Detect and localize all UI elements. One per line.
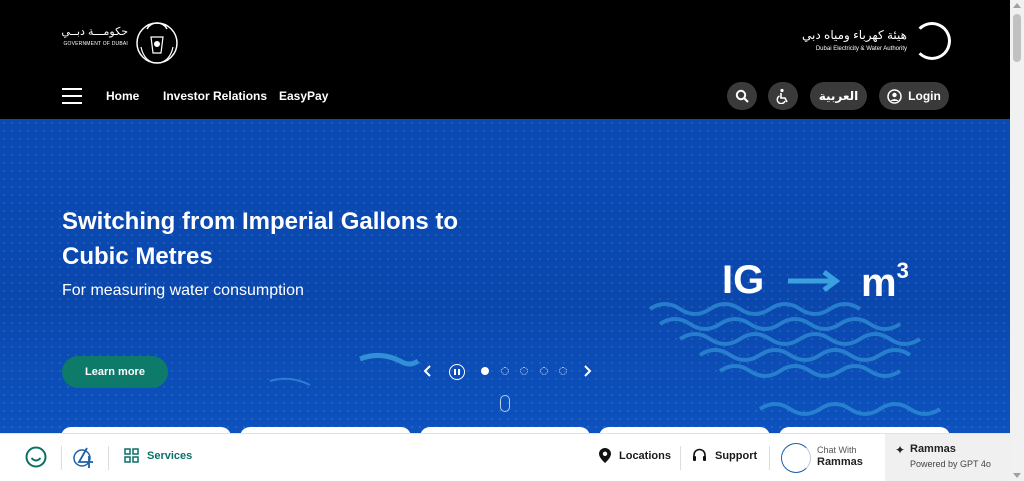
search-icon — [735, 89, 749, 103]
smile-icon[interactable] — [23, 444, 49, 470]
rammas-subtitle: Powered by GPT 4o — [910, 459, 991, 469]
dubai-emblem-icon — [136, 22, 178, 64]
grid-icon — [124, 448, 139, 463]
dewa-logo-english: Dubai Electricity & Water Authority — [815, 46, 907, 52]
hero-title: Switching from Imperial Gallons to Cubic… — [62, 208, 459, 270]
nav-home[interactable]: Home — [106, 89, 139, 103]
carousel-pause-button[interactable] — [449, 364, 465, 380]
hamburger-icon — [62, 88, 82, 90]
page-scrollbar[interactable] — [1010, 0, 1024, 481]
accessibility-icon — [776, 88, 788, 104]
services-button[interactable]: Services — [124, 448, 192, 463]
login-button[interactable]: Login — [879, 82, 949, 110]
rammas-title: Rammas — [910, 443, 956, 455]
user-icon — [887, 88, 902, 104]
carousel-next-icon[interactable] — [580, 363, 594, 379]
locations-button[interactable]: Locations — [599, 448, 671, 463]
ig-label: IG — [722, 258, 765, 302]
dewa-logo-arabic: هيئة كهرباء ومياه دبي — [802, 28, 907, 42]
dewa-logo[interactable]: هيئة كهرباء ومياه دبي Dubai Electricity … — [786, 22, 951, 64]
scroll-down-icon[interactable] — [1013, 473, 1021, 478]
hero-banner: Switching from Imperial Gallons to Cubic… — [0, 119, 1010, 433]
scrollbar-thumb[interactable] — [1013, 14, 1021, 62]
headset-icon — [693, 448, 706, 461]
scroll-indicator-icon — [500, 395, 510, 412]
login-label: Login — [908, 89, 941, 103]
hamburger-menu-button[interactable] — [62, 88, 82, 106]
gov-logo-arabic: حكومـــة دبــي — [61, 26, 128, 38]
locations-label: Locations — [619, 449, 671, 462]
learn-more-button[interactable]: Learn more — [62, 356, 168, 388]
bottom-bar: Services Locations Support Chat With Ram… — [0, 433, 1010, 481]
support-button[interactable]: Support — [692, 448, 757, 463]
location-pin-icon — [599, 448, 611, 463]
chat-with-rammas-button[interactable]: Chat With Rammas — [781, 440, 881, 476]
language-toggle[interactable]: العربية — [810, 82, 867, 110]
carousel-dot-2[interactable] — [501, 367, 509, 375]
services-label: Services — [147, 449, 193, 462]
carousel-dot-5[interactable] — [559, 367, 567, 375]
rammas-panel[interactable]: ✦ Rammas Powered by GPT 4o — [885, 434, 1010, 481]
rammas-ring-icon — [781, 443, 811, 473]
dewa-ring-icon — [913, 22, 951, 60]
carousel-prev-icon[interactable] — [421, 363, 435, 379]
carousel-dot-1[interactable] — [481, 367, 489, 375]
brand-icon[interactable] — [71, 444, 97, 470]
scroll-up-icon[interactable] — [1013, 3, 1021, 8]
sparkle-icon: ✦ — [895, 443, 906, 457]
nav-easypay[interactable]: EasyPay — [279, 89, 328, 103]
top-header: حكومـــة دبــي GOVERNMENT OF DUBAI هيئة … — [0, 0, 1010, 119]
government-of-dubai-logo[interactable]: حكومـــة دبــي GOVERNMENT OF DUBAI — [58, 17, 180, 69]
carousel-dot-3[interactable] — [520, 367, 528, 375]
chat-label-line2: Rammas — [817, 456, 863, 468]
carousel-dot-4[interactable] — [540, 367, 548, 375]
accessibility-button[interactable] — [768, 82, 798, 110]
arrow-right-icon — [788, 270, 841, 292]
search-button[interactable] — [727, 82, 757, 110]
hero-subtitle: For measuring water consumption — [62, 282, 304, 299]
nav-investor-relations[interactable]: Investor Relations — [163, 89, 267, 103]
chat-label-line1: Chat With — [817, 445, 857, 455]
gov-logo-english: GOVERNMENT OF DUBAI — [63, 41, 128, 47]
support-label: Support — [715, 449, 758, 462]
m3-label: m3 — [861, 258, 909, 305]
